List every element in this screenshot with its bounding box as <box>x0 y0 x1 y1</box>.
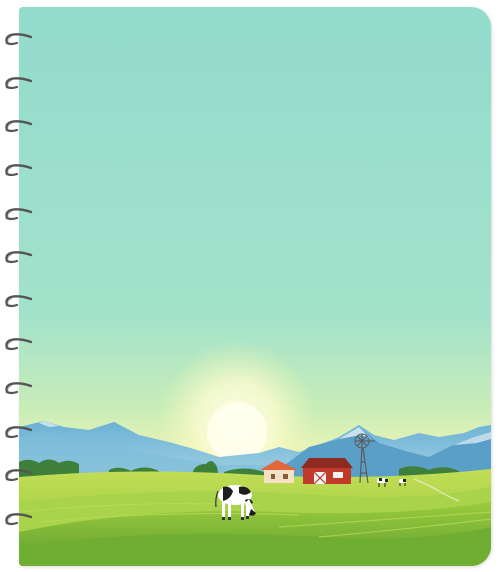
spiral-ring <box>3 162 35 180</box>
spiral-ring <box>3 118 35 136</box>
fields <box>19 469 491 566</box>
barn-icon <box>301 458 353 485</box>
spiral-notebook <box>0 0 498 572</box>
spiral-ring <box>3 75 35 93</box>
spiral-binding <box>0 0 40 572</box>
spiral-ring <box>3 336 35 354</box>
farm-landscape-illustration <box>19 7 491 566</box>
spiral-ring <box>3 206 35 224</box>
spiral-ring <box>3 293 35 311</box>
spiral-ring <box>3 31 35 49</box>
spiral-ring <box>3 424 35 442</box>
spiral-ring <box>3 380 35 398</box>
notebook-cover <box>19 7 491 566</box>
spiral-ring <box>3 511 35 529</box>
spiral-ring <box>3 249 35 267</box>
spiral-ring <box>3 467 35 485</box>
